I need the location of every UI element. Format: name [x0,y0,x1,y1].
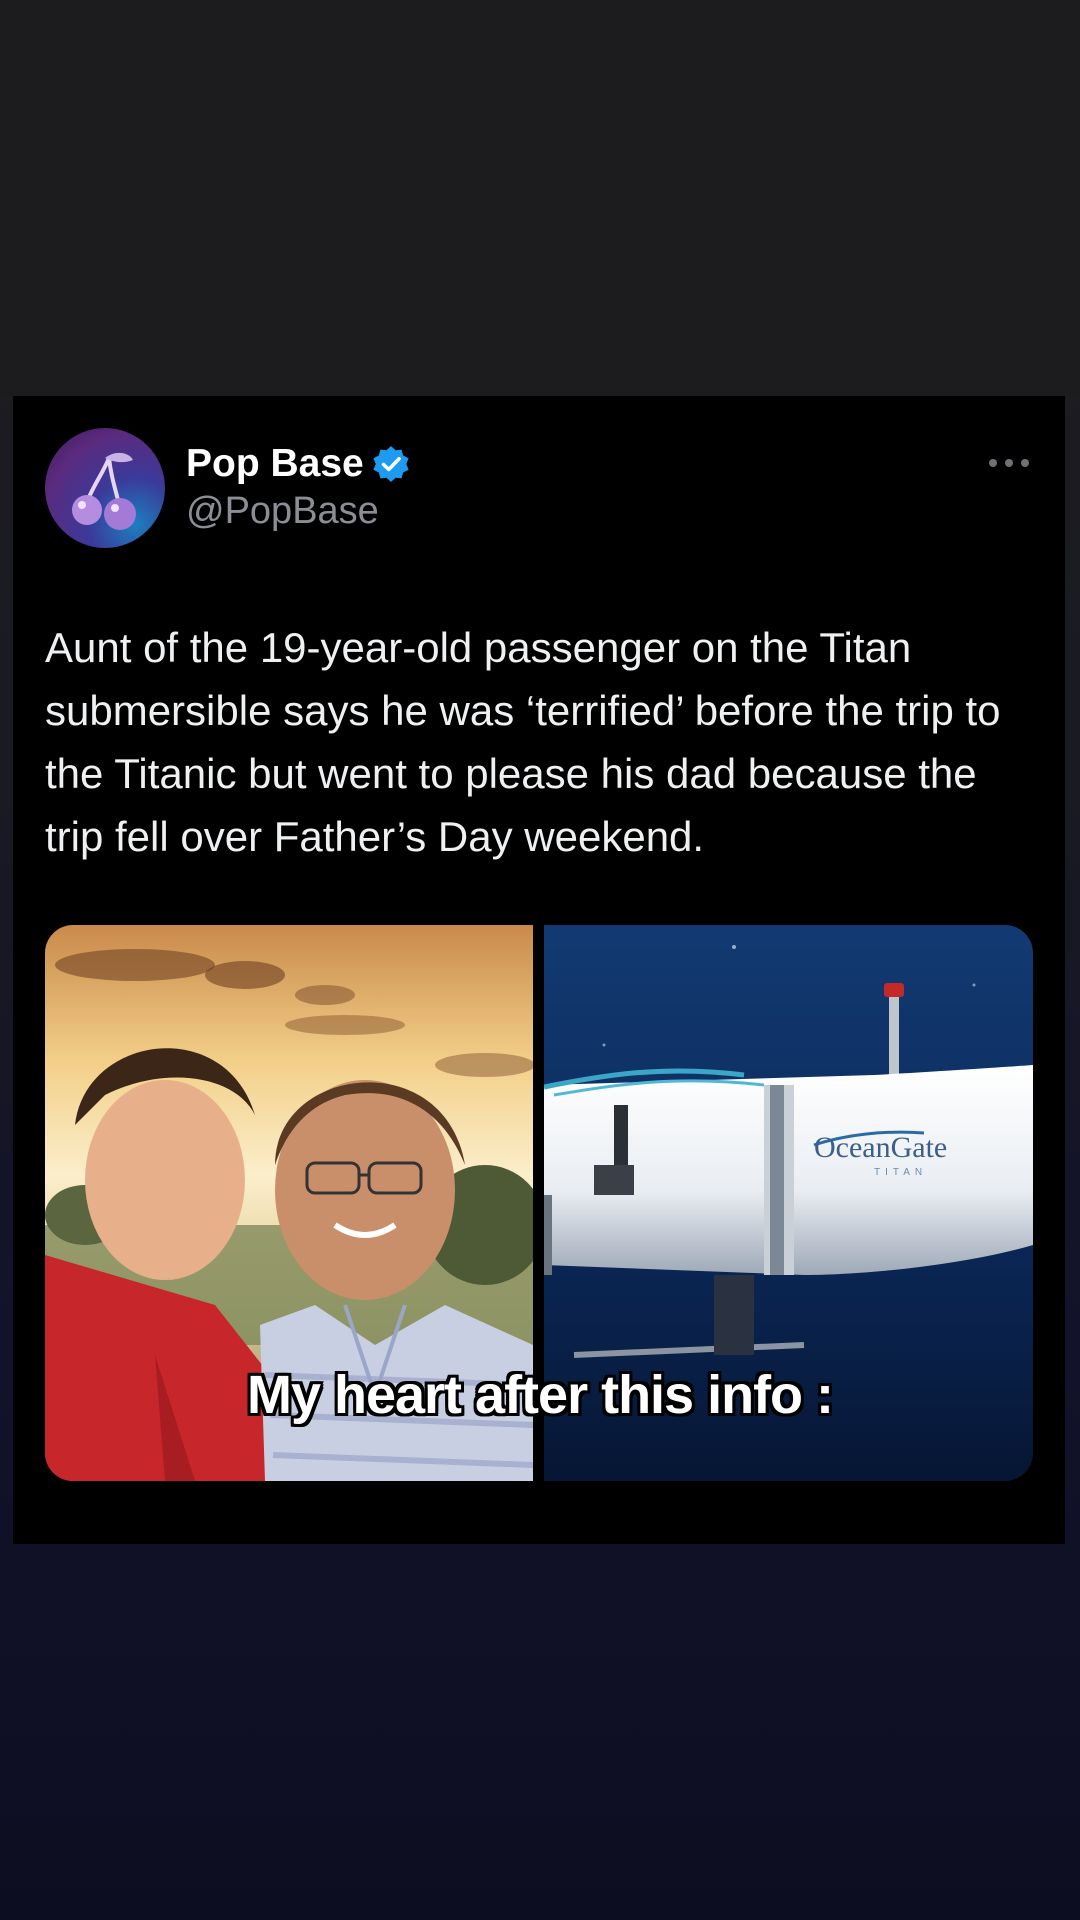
oceangate-logo-text: OceanGate [814,1131,947,1164]
author-name[interactable]: Pop Base [186,442,364,486]
cherries-icon [72,452,136,530]
video-background-top [0,0,1080,396]
verified-badge-icon [373,446,409,482]
titan-logo-text: TITAN [874,1167,927,1178]
tweet-text: Aunt of the 19-year-old passenger on the… [45,624,1001,860]
more-horizontal-icon[interactable] [987,456,1031,470]
author-handle[interactable]: @PopBase [186,490,379,533]
avatar[interactable] [45,428,165,548]
video-caption-overlay: My heart after this info : [246,1365,834,1425]
